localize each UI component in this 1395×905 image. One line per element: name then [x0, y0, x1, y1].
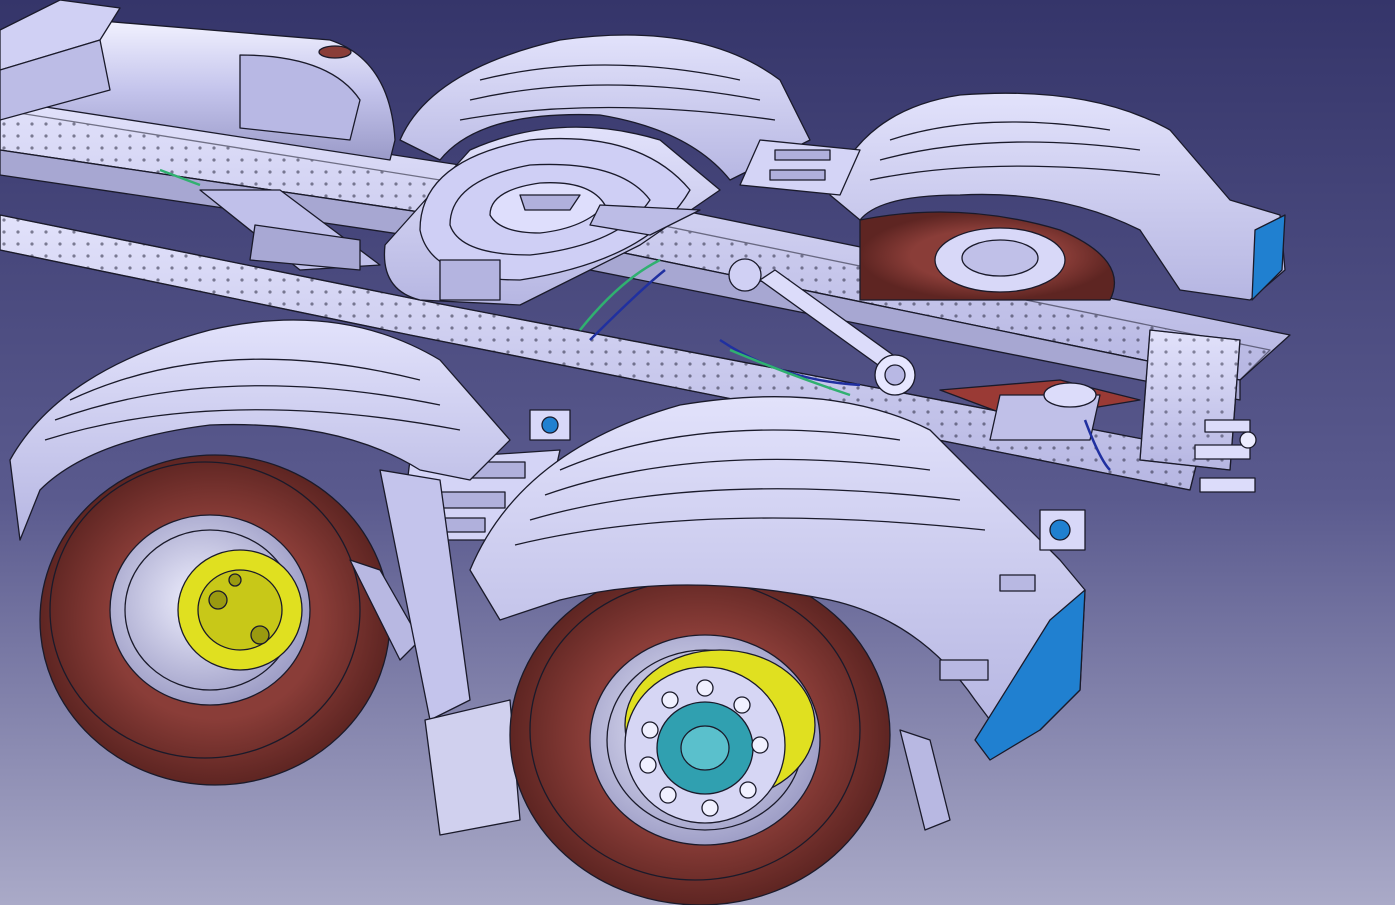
front-near-hub[interactable] [177, 549, 303, 671]
mud-flap-front[interactable] [424, 699, 521, 836]
step-plate-far[interactable] [739, 139, 861, 196]
truck-chassis-model[interactable] [0, 0, 1395, 905]
cad-3d-viewport[interactable] [0, 0, 1395, 905]
